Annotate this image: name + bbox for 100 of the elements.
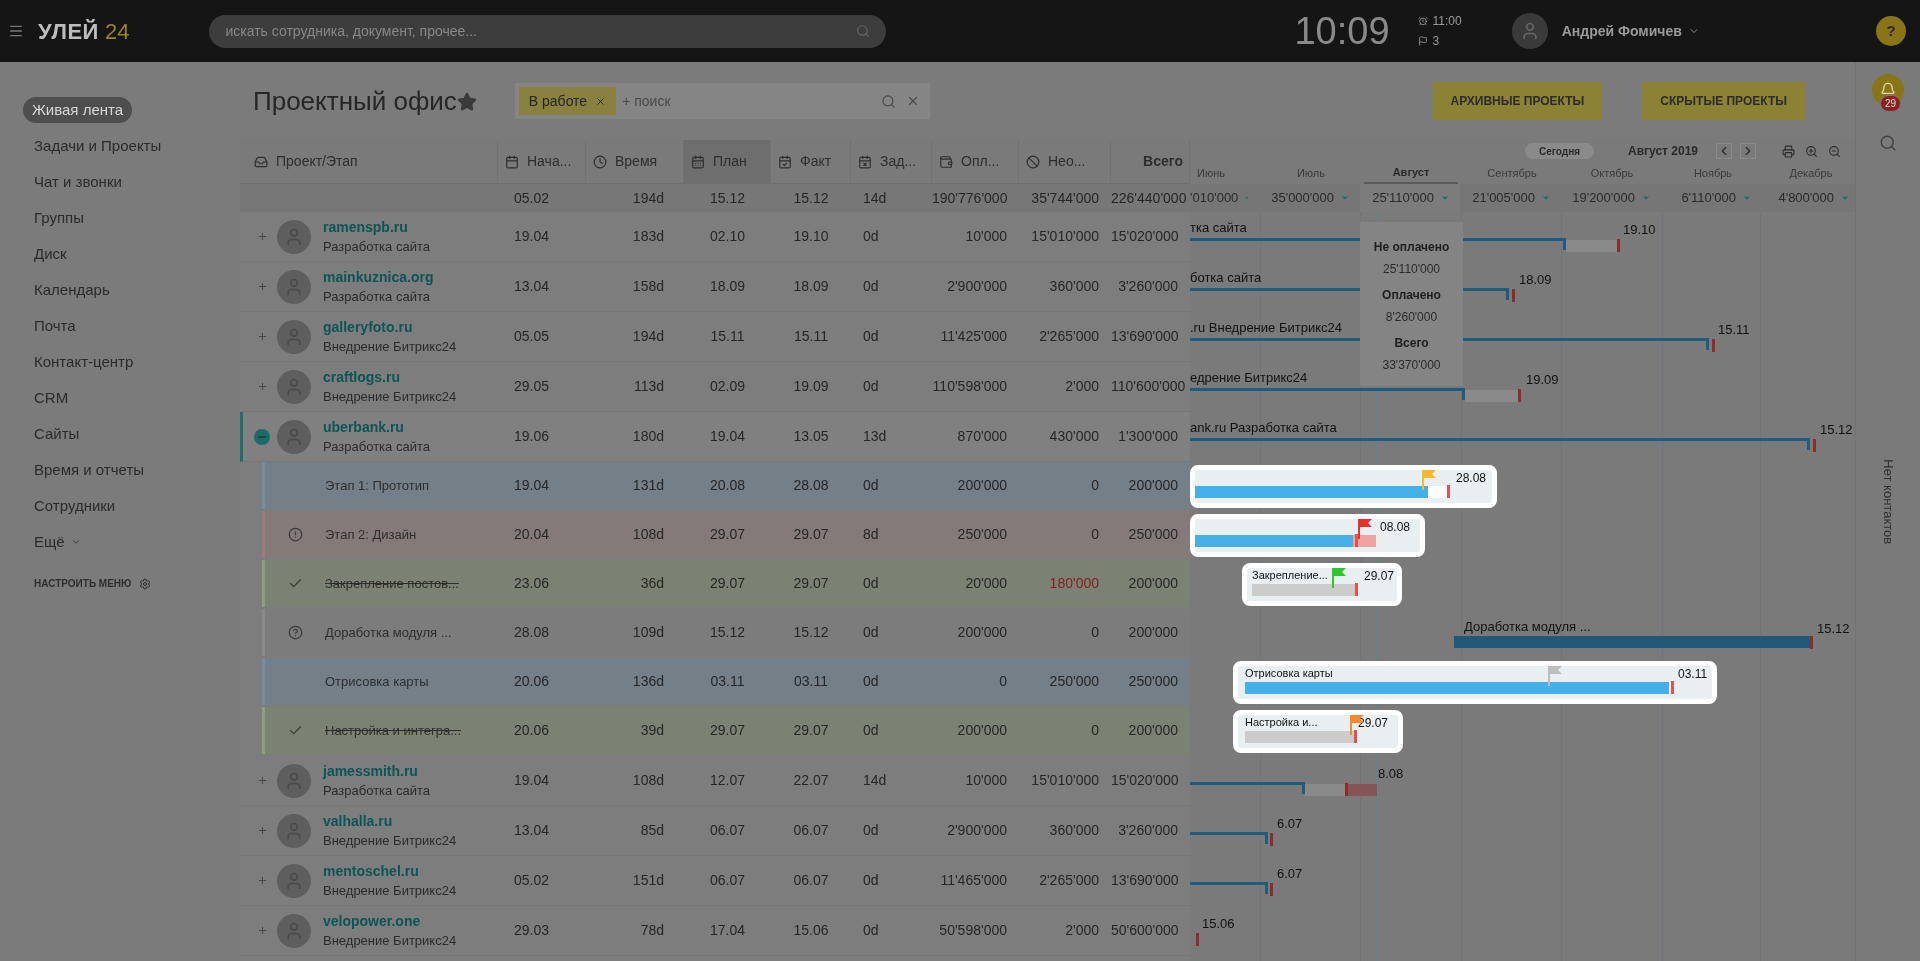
next-button[interactable]	[1740, 143, 1756, 159]
sidebar-item[interactable]: Контакт-центр	[23, 350, 145, 374]
column-header[interactable]: Факт	[771, 140, 851, 183]
table-cell: 226'440'000	[1111, 189, 1187, 206]
project-link[interactable]: mainkuznica.org	[323, 266, 434, 287]
deadline-marker	[1354, 730, 1357, 743]
filter-tag[interactable]: В работе	[518, 87, 617, 115]
table-cell: 360'000	[1049, 278, 1099, 294]
table-cell: 0d	[863, 922, 879, 938]
zoom-out-icon[interactable]	[1828, 144, 1841, 158]
sidebar-item[interactable]: Диск	[23, 242, 78, 266]
expand-toggle[interactable]	[254, 428, 270, 445]
header-button[interactable]: АРХИВНЫЕ ПРОЕКТЫ	[1432, 82, 1603, 120]
help-button[interactable]: ?	[1876, 16, 1906, 46]
month-label[interactable]: Ноябрь	[1666, 162, 1760, 184]
search-field[interactable]: искать сотрудника, документ, прочее...	[209, 14, 887, 48]
sidebar-item[interactable]: Живая лента	[23, 96, 133, 124]
table-cell: 02.09	[709, 378, 745, 394]
star-icon[interactable]	[456, 92, 477, 112]
column-header[interactable]: Нео...	[1019, 140, 1111, 183]
caret-icon[interactable]	[1440, 193, 1450, 203]
sidebar-item[interactable]: Группы	[23, 206, 95, 230]
sidebar-item[interactable]: CRM	[23, 386, 80, 410]
stage-card[interactable]: 08.08	[1190, 514, 1425, 557]
month-amount[interactable]: 19'200'000	[1561, 184, 1661, 212]
stage-name[interactable]: Этап 2: Дизайн	[325, 524, 417, 545]
sidebar-item[interactable]: Время и отчеты	[23, 458, 156, 482]
sidebar-item[interactable]: Чат и звонки	[23, 170, 133, 194]
month-amount[interactable]: 6'110'000	[1662, 184, 1762, 212]
caret-icon[interactable]	[1340, 193, 1350, 203]
sidebar-item[interactable]: Почта	[23, 314, 87, 338]
month-amount[interactable]: 4'800'000	[1760, 184, 1855, 212]
user-name[interactable]: Андрей Фомичев	[1561, 20, 1682, 42]
sidebar-item[interactable]: Ещё	[23, 530, 92, 554]
menu-icon[interactable]	[8, 23, 24, 39]
project-link[interactable]: velopower.one	[323, 910, 457, 931]
month-amount[interactable]: 35'000'000	[1260, 184, 1360, 212]
sidebar-item[interactable]: Задачи и Проекты	[23, 134, 173, 158]
stage-name[interactable]: Этап 1: Прототип	[325, 475, 429, 496]
column-icon	[939, 154, 953, 169]
column-header[interactable]: Нача...	[498, 140, 586, 183]
month-amount[interactable]: 25'110'000	[1360, 184, 1460, 212]
printer-icon[interactable]	[1782, 144, 1795, 158]
table-cell: 870'000	[957, 428, 1007, 444]
stage-card[interactable]: Закрепление... 29.07	[1242, 563, 1402, 606]
project-link[interactable]: galleryfoto.ru	[323, 316, 457, 337]
project-link[interactable]: craftlogs.ru	[323, 366, 457, 387]
project-link[interactable]: uberbank.ru	[323, 416, 430, 437]
stage-card[interactable]: Настройка и... 29.07	[1233, 710, 1403, 753]
deadline-marker	[1345, 783, 1348, 796]
column-header[interactable]: Опл...	[932, 140, 1019, 183]
sidebar-item[interactable]: Сотрудники	[23, 494, 127, 518]
sidebar-item[interactable]: Календарь	[23, 278, 121, 302]
table-cell: 36d	[640, 575, 664, 591]
filter-field[interactable]: В работе + поиск	[514, 83, 930, 119]
today-button[interactable]: Сегодня	[1525, 143, 1594, 159]
month-amount[interactable]: '010'000	[1190, 184, 1260, 212]
close-icon[interactable]	[595, 95, 607, 107]
month-label[interactable]: Октябрь	[1565, 162, 1659, 184]
header-button[interactable]: СКРЫТЫЕ ПРОЕКТЫ	[1642, 82, 1805, 120]
sidebar-item[interactable]: Сайты	[23, 422, 91, 446]
stage-name[interactable]: Настройка и интегра...	[325, 720, 461, 741]
caret-icon[interactable]	[1541, 193, 1551, 203]
month-label[interactable]: Сентябрь	[1465, 162, 1559, 184]
project-link[interactable]: valhalla.ru	[323, 810, 457, 831]
project-link[interactable]: ramenspb.ru	[323, 216, 430, 237]
settings-icon[interactable]	[139, 577, 152, 590]
stage-card[interactable]: Отрисовка карты 03.11	[1233, 661, 1717, 704]
avatar[interactable]	[1511, 13, 1548, 49]
caret-icon[interactable]	[1742, 193, 1752, 203]
stage-name[interactable]: Отрисовка карты	[325, 671, 429, 692]
search-icon[interactable]	[856, 24, 871, 38]
zoom-in-icon[interactable]	[1805, 144, 1818, 158]
column-header[interactable]: Проект/Этап	[240, 140, 498, 183]
filter-input[interactable]: + поиск	[622, 90, 881, 112]
caret-icon[interactable]	[1840, 193, 1850, 203]
alarm-time: 11:00	[1432, 13, 1462, 30]
project-type: Внедрение Битрикс24	[323, 387, 457, 406]
search-icon[interactable]	[1879, 134, 1897, 152]
month-label[interactable]: Декабрь	[1764, 162, 1855, 184]
month-label[interactable]: Июнь	[1190, 162, 1258, 184]
table-cell: 11'465'000	[940, 872, 1007, 888]
search-input[interactable]: искать сотрудника, документ, прочее...	[225, 20, 857, 42]
settings-link[interactable]: НАСТРОИТЬ МЕНЮ	[34, 576, 132, 591]
month-label[interactable]: Июль	[1264, 162, 1358, 184]
table-cell: 06.07	[793, 872, 829, 888]
stage-name[interactable]: Доработка модуля ...	[325, 622, 452, 643]
project-link[interactable]: jamessmith.ru	[323, 760, 430, 781]
stage-card[interactable]: 28.08	[1190, 465, 1497, 508]
month-amount[interactable]: 21'005'000	[1461, 184, 1561, 212]
search-icon[interactable]	[880, 93, 896, 109]
table-cell: 158d	[632, 278, 664, 294]
stage-name[interactable]: Закрепление постов...	[325, 573, 459, 594]
column-header[interactable]: Зад...	[851, 140, 932, 183]
caret-icon[interactable]	[1641, 193, 1651, 203]
avatar	[277, 219, 311, 254]
end-date: 28.08	[1456, 470, 1487, 487]
column-header[interactable]: План	[684, 140, 771, 183]
project-link[interactable]: mentoschel.ru	[323, 860, 457, 881]
previous-button[interactable]	[1716, 143, 1732, 159]
